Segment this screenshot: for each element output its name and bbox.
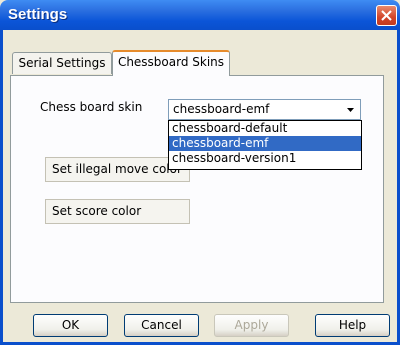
tab-serial-settings-label: Serial Settings: [18, 56, 106, 70]
help-label: Help: [338, 318, 367, 332]
ok-label: OK: [61, 318, 80, 332]
set-illegal-move-color-label: Set illegal move color: [52, 162, 182, 176]
tab-chessboard-skins-label: Chessboard Skins: [117, 55, 225, 69]
skin-select[interactable]: chessboard-emf: [168, 99, 361, 120]
close-button[interactable]: [376, 5, 397, 26]
set-score-color-label: Set score color: [52, 204, 142, 218]
window-title: Settings: [8, 6, 68, 23]
apply-label: Apply: [234, 318, 269, 332]
skin-option-emf[interactable]: chessboard-emf: [169, 136, 361, 151]
skin-label: Chess board skin: [40, 100, 143, 114]
cancel-button[interactable]: Cancel: [124, 314, 199, 337]
help-button[interactable]: Help: [315, 314, 390, 337]
dropdown-button[interactable]: [342, 101, 359, 118]
cancel-label: Cancel: [141, 318, 182, 332]
ok-button[interactable]: OK: [33, 314, 108, 337]
skin-option-version1[interactable]: chessboard-version1: [169, 151, 361, 166]
title-bar: Settings: [0, 0, 400, 30]
set-score-color-button[interactable]: Set score color: [45, 199, 190, 224]
chevron-down-icon: [347, 108, 354, 112]
skin-select-value: chessboard-emf: [173, 102, 270, 116]
skin-option-default[interactable]: chessboard-default: [169, 121, 361, 136]
skin-dropdown-list: chessboard-default chessboard-emf chessb…: [168, 120, 362, 170]
close-icon: [381, 10, 392, 21]
tab-chessboard-skins[interactable]: Chessboard Skins: [112, 50, 230, 76]
tab-serial-settings[interactable]: Serial Settings: [12, 52, 112, 74]
apply-button[interactable]: Apply: [214, 314, 289, 337]
